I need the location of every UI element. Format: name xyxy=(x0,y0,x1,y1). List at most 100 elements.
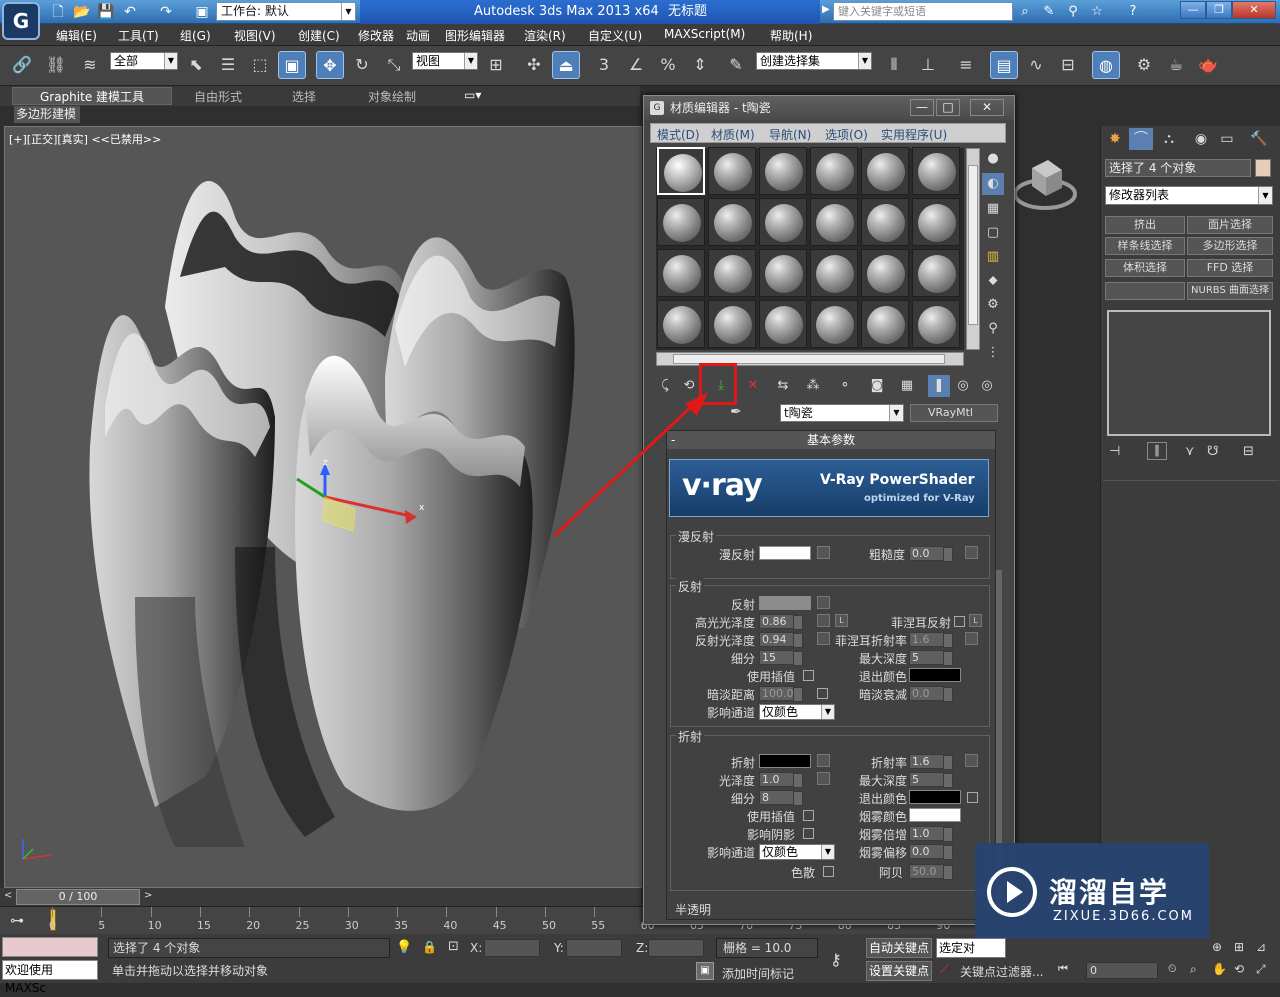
material-slot[interactable] xyxy=(657,249,705,297)
refract-subdivs-spinner[interactable]: 8 xyxy=(759,790,803,806)
lock-icon[interactable]: 🔒 xyxy=(422,940,437,954)
menu-create[interactable]: 创建(C) xyxy=(298,27,340,44)
redo-icon[interactable]: ↷ xyxy=(156,3,176,21)
menu-customize[interactable]: 自定义(U) xyxy=(588,27,642,44)
communication-icon[interactable]: ⚲ xyxy=(1064,3,1082,21)
window-crossing-icon[interactable]: ▣ xyxy=(278,51,306,79)
refl-affect-channels-dropdown[interactable]: 仅颜色 ▼ xyxy=(759,704,835,720)
ref-coord-dropdown[interactable]: 视图 ▼ xyxy=(412,52,478,70)
add-time-tag[interactable]: 添加时间标记 xyxy=(722,965,794,982)
field-of-view-icon[interactable]: ⊿ xyxy=(1256,940,1266,954)
time-config-icon[interactable]: ⏲ xyxy=(1168,962,1177,976)
key-filter-icon[interactable]: ⟋ xyxy=(940,962,949,977)
subscription-icon[interactable]: ✎ xyxy=(1040,3,1058,21)
me-menu-options[interactable]: 选项(O) xyxy=(825,126,868,143)
binoculars-icon[interactable]: ⌕ xyxy=(1016,3,1034,21)
absolute-mode-icon[interactable]: ⊡ xyxy=(448,939,459,954)
manipulate-icon[interactable]: ✣ xyxy=(520,51,548,79)
keyboard-shortcut-override-icon[interactable]: ⏏ xyxy=(552,51,580,79)
motion-tab-icon[interactable]: ◉ xyxy=(1189,128,1213,150)
y-field[interactable] xyxy=(566,939,622,957)
render-setup-icon[interactable]: ⚙ xyxy=(1130,51,1158,79)
object-color-swatch[interactable] xyxy=(1255,159,1271,177)
hierarchy-tab-icon[interactable]: ⛬ xyxy=(1157,128,1181,150)
set-key-button[interactable]: 设置关键点 xyxy=(866,961,932,981)
go-to-parent-icon[interactable]: ❚ xyxy=(928,375,950,397)
viewcube[interactable] xyxy=(1012,148,1078,222)
modifier-stack[interactable] xyxy=(1107,310,1271,436)
roughness-map-button[interactable] xyxy=(965,546,978,559)
rect-selection-icon[interactable]: ⬚ xyxy=(246,51,274,79)
curve-editor-mini-icon[interactable]: ⊶ xyxy=(10,913,24,929)
configure-modifier-sets-icon[interactable]: ⊟ xyxy=(1243,444,1254,459)
material-slot[interactable] xyxy=(657,198,705,246)
link-icon[interactable]: 🔗 xyxy=(8,51,36,79)
refract-swatch[interactable] xyxy=(759,754,811,768)
refract-exit-color-swatch[interactable] xyxy=(909,790,961,804)
search-input[interactable]: 键入关键字或短语 xyxy=(833,2,1013,21)
rendered-frame-icon[interactable]: ☕ xyxy=(1162,51,1190,79)
menu-rendering[interactable]: 渲染(R) xyxy=(524,27,566,44)
snaps-toggle-icon[interactable]: 3 xyxy=(590,51,618,79)
make-unique-icon[interactable]: ⋎ xyxy=(1185,444,1195,459)
me-menu-material[interactable]: 材质(M) xyxy=(711,126,755,143)
menu-graph-editors[interactable]: 图形编辑器 xyxy=(445,27,505,44)
next-frame-icon[interactable]: > xyxy=(144,890,152,901)
project-folder-icon[interactable]: ▣ xyxy=(192,3,212,21)
refract-gloss-map-button[interactable] xyxy=(817,772,830,785)
nurbs-surface-select-button[interactable]: NURBS 曲面选择 xyxy=(1187,282,1273,300)
spline-select-button[interactable]: 样条线选择 xyxy=(1105,237,1185,255)
material-slot[interactable] xyxy=(657,147,705,195)
fresnel-lock-button[interactable]: L xyxy=(969,614,982,627)
select-scale-icon[interactable]: ⤡ xyxy=(380,51,408,79)
menu-help[interactable]: 帮助(H) xyxy=(770,27,812,44)
render-production-icon[interactable]: 🫖 xyxy=(1194,51,1222,79)
material-id-channel-icon[interactable]: ⚬ xyxy=(834,375,856,397)
material-map-navigator-icon[interactable]: ⋮ xyxy=(982,342,1004,364)
video-color-check-icon[interactable]: ▥ xyxy=(982,246,1004,268)
remove-modifier-icon[interactable]: ☋ xyxy=(1207,444,1219,459)
material-editor-icon[interactable]: ◍ xyxy=(1092,51,1120,79)
go-start-icon[interactable]: ⏮ xyxy=(1058,962,1068,976)
align-icon[interactable]: ⊥ xyxy=(914,51,942,79)
select-object-icon[interactable]: ⬉ xyxy=(182,51,210,79)
viewport[interactable]: [+][正交][真实] <<已禁用>> z x xyxy=(4,126,642,888)
empty-modifier-button[interactable] xyxy=(1105,282,1185,300)
material-options-icon[interactable]: ◎ xyxy=(976,375,998,397)
chevron-right-icon[interactable]: ▶ xyxy=(822,4,830,15)
material-slot[interactable] xyxy=(708,198,756,246)
layer-manager-icon[interactable]: ≡ xyxy=(952,51,980,79)
affect-shadows-checkbox[interactable] xyxy=(803,828,814,839)
time-tag-icon[interactable]: ▣ xyxy=(696,962,714,980)
refl-exit-color-swatch[interactable] xyxy=(909,668,961,682)
material-type-button[interactable]: VRayMtl xyxy=(910,404,998,422)
hilight-gloss-map-button[interactable] xyxy=(817,614,830,627)
refract-gloss-spinner[interactable]: 1.0 xyxy=(759,772,803,788)
ffd-select-button[interactable]: FFD 选择 xyxy=(1187,259,1273,277)
bind-space-warp-icon[interactable]: ≋ xyxy=(76,51,104,79)
workspace-dropdown[interactable]: 工作台: 默认 ▼ xyxy=(216,2,356,21)
refl-gloss-spinner[interactable]: 0.94 xyxy=(759,632,803,648)
zoom-icon[interactable]: ⌕ xyxy=(1190,962,1197,977)
key-icon[interactable]: ⚷ xyxy=(830,950,842,969)
mirror-icon[interactable]: ⫴ xyxy=(880,51,908,79)
menu-views[interactable]: 视图(V) xyxy=(234,27,276,44)
restore-button[interactable]: ❐ xyxy=(1206,1,1232,19)
utilities-tab-icon[interactable]: 🔨 xyxy=(1247,128,1271,150)
display-tab-icon[interactable]: ▭ xyxy=(1215,128,1239,150)
dim-falloff-spinner[interactable]: 0.0 xyxy=(909,686,953,702)
make-preview-icon[interactable]: ⬥ xyxy=(982,270,1004,292)
material-slot[interactable] xyxy=(759,300,807,348)
material-slot[interactable] xyxy=(708,147,756,195)
x-field[interactable] xyxy=(484,939,540,957)
me-maximize-button[interactable]: □ xyxy=(936,99,960,116)
key-filters-button[interactable]: 关键点过滤器... xyxy=(960,963,1043,980)
graphite-toggle-icon[interactable]: ▤ xyxy=(990,51,1018,79)
modifier-list-dropdown[interactable]: 修改器列表 ▼ xyxy=(1105,186,1273,205)
maximize-viewport-icon[interactable]: ⤢ xyxy=(1256,962,1266,977)
refl-use-interp-checkbox[interactable] xyxy=(803,670,814,681)
diffuse-swatch[interactable] xyxy=(759,546,811,560)
close-button[interactable]: ✕ xyxy=(1232,1,1276,19)
patch-select-button[interactable]: 面片选择 xyxy=(1187,216,1273,234)
fog-color-swatch[interactable] xyxy=(909,808,961,822)
